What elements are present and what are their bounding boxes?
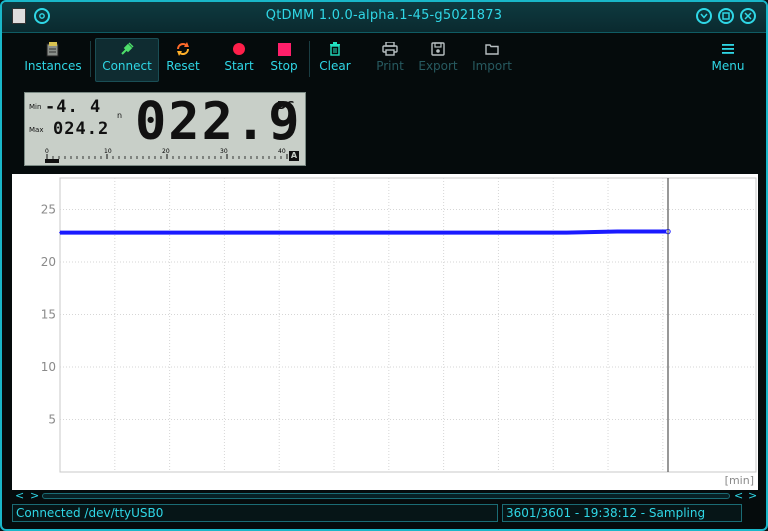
data-point bbox=[261, 231, 264, 234]
graph-canvas[interactable]: 5 10 15 20 25 [min] bbox=[12, 174, 758, 490]
data-point bbox=[59, 231, 61, 234]
stop-label: Stop bbox=[270, 59, 298, 73]
plot-frame bbox=[59, 177, 757, 473]
connect-label: Connect bbox=[102, 59, 152, 73]
app-window: QtDMM 1.0.0-alpha.1-45-g5021873 Instance… bbox=[0, 0, 768, 531]
hamburger-icon bbox=[721, 39, 735, 59]
toolbar-separator bbox=[90, 41, 91, 77]
record-icon bbox=[232, 39, 246, 59]
scroll-left-left-icon[interactable]: < bbox=[15, 489, 24, 502]
save-icon bbox=[431, 39, 445, 59]
scale-label: 40 bbox=[278, 148, 286, 155]
data-point bbox=[312, 231, 315, 234]
data-point bbox=[515, 231, 517, 234]
y-tick-label: 10 bbox=[41, 360, 56, 374]
scrollbar-track[interactable] bbox=[42, 493, 730, 499]
trash-icon bbox=[329, 39, 341, 59]
minimize-icon[interactable] bbox=[696, 8, 712, 24]
data-point bbox=[464, 231, 467, 234]
data-point bbox=[160, 231, 163, 234]
menu-label: Menu bbox=[711, 59, 745, 73]
export-button[interactable]: Export bbox=[416, 39, 460, 81]
clear-button[interactable]: Clear bbox=[316, 39, 354, 81]
reset-label: Reset bbox=[166, 59, 200, 73]
print-label: Print bbox=[376, 59, 404, 73]
start-label: Start bbox=[224, 59, 254, 73]
scroll-left-right-icon[interactable]: > bbox=[30, 489, 39, 502]
scale-label: 0 bbox=[45, 148, 49, 155]
data-point bbox=[413, 231, 416, 234]
folder-icon bbox=[485, 39, 499, 59]
scale-label: 30 bbox=[220, 148, 228, 155]
data-point bbox=[616, 230, 619, 233]
data-point bbox=[565, 231, 568, 234]
toolbar-separator bbox=[309, 41, 310, 77]
data-point bbox=[211, 231, 213, 234]
lcd-display: Min -4. 4 n Max 024.2 022.9 DC 0 10 20 3… bbox=[24, 92, 306, 166]
connection-status: Connected /dev/ttyUSB0 bbox=[12, 504, 498, 522]
maximize-icon[interactable] bbox=[718, 8, 734, 24]
y-tick-label: 25 bbox=[41, 203, 56, 217]
export-label: Export bbox=[418, 59, 458, 73]
instances-label: Instances bbox=[24, 59, 82, 73]
graph-panel[interactable]: 5 10 15 20 25 [min] bbox=[12, 174, 758, 490]
import-label: Import bbox=[472, 59, 512, 73]
close-icon[interactable] bbox=[740, 8, 756, 24]
title-bar: QtDMM 1.0.0-alpha.1-45-g5021873 bbox=[2, 2, 766, 33]
menu-button[interactable]: Menu bbox=[708, 39, 748, 81]
main-toolbar: Instances Connect Reset Start Stop Clear… bbox=[2, 33, 766, 82]
y-tick-label: 5 bbox=[48, 413, 56, 427]
stop-icon bbox=[277, 39, 291, 59]
import-button[interactable]: Import bbox=[470, 39, 514, 81]
status-bar: Connected /dev/ttyUSB0 3601/3601 - 19:38… bbox=[12, 504, 758, 522]
data-point bbox=[109, 231, 112, 234]
instances-icon bbox=[46, 39, 60, 59]
window-title: QtDMM 1.0.0-alpha.1-45-g5021873 bbox=[265, 8, 503, 23]
y-tick-label: 15 bbox=[41, 308, 56, 322]
x-axis-unit-label: [min] bbox=[725, 474, 754, 487]
scroll-right-right-icon[interactable]: > bbox=[748, 489, 757, 502]
bar-scale: 0 10 20 30 40 bbox=[45, 148, 288, 163]
printer-icon bbox=[382, 39, 398, 59]
sampling-status: 3601/3601 - 19:38:12 - Sampling bbox=[502, 504, 742, 522]
reset-button[interactable]: Reset bbox=[162, 39, 204, 81]
graph-scrollbar[interactable]: < > < > bbox=[12, 489, 758, 502]
scroll-right-left-icon[interactable]: < bbox=[734, 489, 743, 502]
connect-button[interactable]: Connect bbox=[95, 38, 159, 82]
data-point bbox=[363, 231, 365, 234]
print-button[interactable]: Print bbox=[372, 39, 408, 81]
auto-range-badge: A bbox=[289, 151, 299, 161]
instances-button[interactable]: Instances bbox=[24, 39, 82, 81]
y-tick-label: 20 bbox=[41, 255, 56, 269]
plug-icon bbox=[120, 39, 134, 59]
scale-label: 20 bbox=[162, 148, 170, 155]
clear-label: Clear bbox=[319, 59, 351, 73]
scale-label: 10 bbox=[104, 148, 112, 155]
start-button[interactable]: Start bbox=[220, 39, 258, 81]
reset-icon bbox=[175, 39, 191, 59]
stop-button[interactable]: Stop bbox=[266, 39, 302, 81]
